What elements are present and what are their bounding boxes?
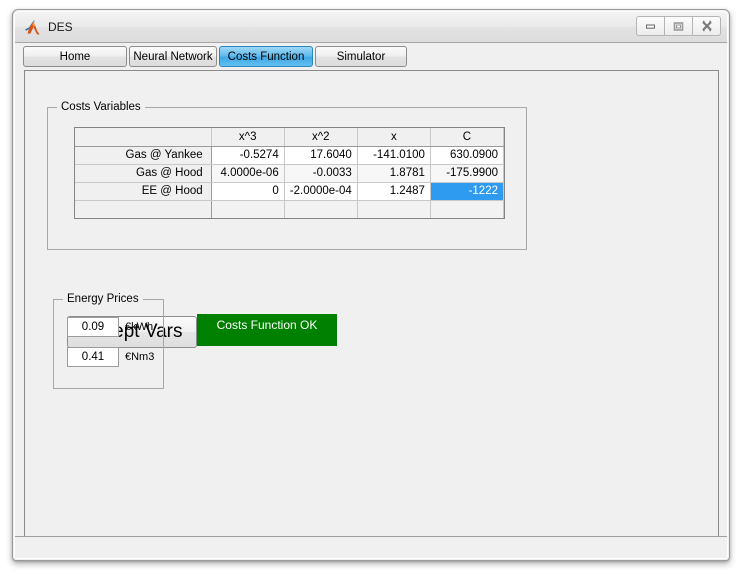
energy-price-row-nm3: 0.41 €Nm3 <box>67 347 154 367</box>
energy-price-row-kwh: 0.09 €kWh <box>67 317 153 337</box>
cell-empty-c[interactable] <box>430 200 504 218</box>
costs-function-status-button[interactable]: Costs Function OK <box>197 314 337 346</box>
costs-variables-group: Costs Variables x^3 x^2 x C Gas @ Yankee… <box>47 101 527 250</box>
table-row: EE @ Hood 0 -2.0000e-04 1.2487 -1222 <box>75 182 504 201</box>
cell-ee-hood-c-selected[interactable]: -1222 <box>430 182 504 201</box>
column-header-x[interactable]: x <box>357 128 431 147</box>
row-header-ee-hood[interactable]: EE @ Hood <box>75 182 212 201</box>
cell-ee-hood-x2[interactable]: -2.0000e-04 <box>284 182 358 201</box>
price-kwh-unit: €kWh <box>125 321 154 333</box>
cell-ee-hood-x[interactable]: 1.2487 <box>357 182 431 201</box>
cell-gas-hood-x3[interactable]: 4.0000e-06 <box>211 164 285 183</box>
tab-simulator[interactable]: Simulator <box>315 46 407 67</box>
cell-empty-x3[interactable] <box>211 200 285 218</box>
costs-variables-table[interactable]: x^3 x^2 x C Gas @ Yankee -0.5274 17.6040 <box>74 127 505 219</box>
window-controls <box>636 16 721 36</box>
energy-prices-group: Energy Prices 0.09 €kWh 0.41 €Nm3 <box>53 293 164 389</box>
column-header-x2[interactable]: x^2 <box>284 128 358 147</box>
tab-neural-network[interactable]: Neural Network <box>129 46 217 67</box>
table-header-row: x^3 x^2 x C <box>75 128 504 147</box>
cell-gas-yankee-x2[interactable]: 17.6040 <box>284 146 358 165</box>
cell-empty-x2[interactable] <box>284 200 358 218</box>
screen: DES Home Neural Network Costs Function S… <box>0 0 744 576</box>
costs-variables-title: Costs Variables <box>57 101 145 114</box>
close-icon[interactable] <box>692 16 721 36</box>
price-nm3-unit: €Nm3 <box>125 351 155 363</box>
main-content-panel: Costs Variables x^3 x^2 x C Gas @ Yankee… <box>24 70 719 539</box>
table-row: Gas @ Yankee -0.5274 17.6040 -141.0100 6… <box>75 146 504 165</box>
status-bar <box>15 536 727 558</box>
tab-costs-function[interactable]: Costs Function <box>219 46 313 67</box>
title-bar: DES <box>15 12 727 43</box>
matlab-membrane-icon <box>24 19 41 36</box>
cell-gas-hood-c[interactable]: -175.9900 <box>430 164 504 183</box>
price-kwh-input[interactable]: 0.09 <box>67 317 119 337</box>
window-inner-frame: DES Home Neural Network Costs Function S… <box>14 11 728 559</box>
table-row <box>75 200 504 218</box>
row-header-empty[interactable] <box>75 200 212 218</box>
column-header-c[interactable]: C <box>430 128 504 147</box>
window-title: DES <box>48 20 73 34</box>
row-header-gas-yankee[interactable]: Gas @ Yankee <box>75 146 212 165</box>
tab-list: Home Neural Network Costs Function Simul… <box>23 46 409 67</box>
cell-gas-hood-x2[interactable]: -0.0033 <box>284 164 358 183</box>
tab-home[interactable]: Home <box>23 46 127 67</box>
table-row: Gas @ Hood 4.0000e-06 -0.0033 1.8781 -17… <box>75 164 504 183</box>
cell-empty-x[interactable] <box>357 200 431 218</box>
application-window: DES Home Neural Network Costs Function S… <box>12 9 730 561</box>
cell-gas-yankee-x3[interactable]: -0.5274 <box>211 146 285 165</box>
row-header-gas-hood[interactable]: Gas @ Hood <box>75 164 212 183</box>
column-header-x3[interactable]: x^3 <box>211 128 285 147</box>
energy-prices-title: Energy Prices <box>63 293 143 306</box>
cell-gas-yankee-x[interactable]: -141.0100 <box>357 146 431 165</box>
cell-ee-hood-x3[interactable]: 0 <box>211 182 285 201</box>
table-corner-cell <box>75 128 212 147</box>
price-nm3-input[interactable]: 0.41 <box>67 347 119 367</box>
tab-bar: Home Neural Network Costs Function Simul… <box>15 43 727 70</box>
maximize-icon[interactable] <box>664 16 693 36</box>
minimize-icon[interactable] <box>636 16 665 36</box>
cell-gas-yankee-c[interactable]: 630.0900 <box>430 146 504 165</box>
cell-gas-hood-x[interactable]: 1.8781 <box>357 164 431 183</box>
